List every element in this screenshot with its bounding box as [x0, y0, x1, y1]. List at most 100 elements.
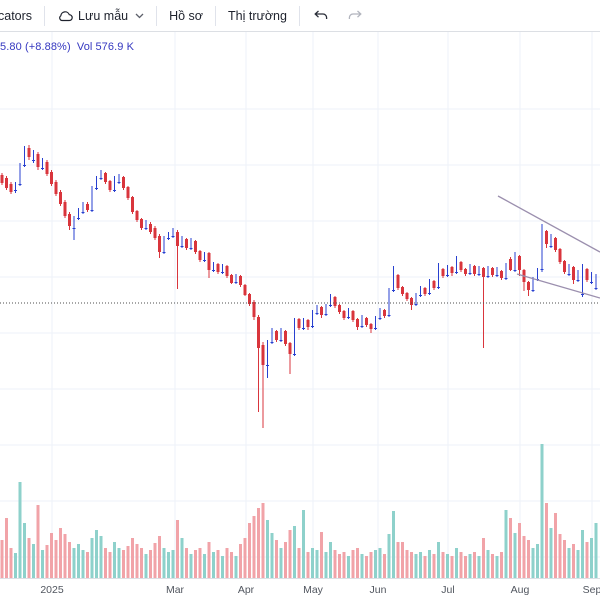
indicators-button[interactable]: cators: [0, 0, 41, 31]
indicators-button-label: cators: [0, 8, 33, 23]
candle: [311, 326, 314, 327]
volume-bar: [122, 550, 125, 578]
chevron-down-icon: [135, 13, 144, 18]
volume-bar: [68, 542, 71, 578]
volume-bar: [297, 548, 301, 578]
volume-bar: [482, 538, 485, 578]
candle: [32, 160, 35, 161]
volume-bar: [185, 548, 188, 578]
candle: [288, 343, 292, 354]
candle: [392, 290, 395, 291]
volume-bar: [351, 550, 355, 578]
volume-bar: [563, 540, 566, 578]
volume-bar: [338, 554, 341, 578]
candle: [302, 328, 305, 329]
volume-bar: [252, 516, 256, 578]
candle: [518, 256, 521, 270]
candle: [558, 249, 562, 262]
candle: [585, 269, 589, 280]
candle: [531, 290, 535, 291]
volume-bar: [266, 520, 269, 578]
candle: [459, 262, 463, 270]
volume-bar: [140, 548, 143, 578]
volume-bar: [302, 510, 305, 578]
volume-bar: [320, 532, 323, 578]
market-button[interactable]: Thị trường: [219, 0, 296, 31]
time-axis[interactable]: 2025 Mar Apr May Jun Jul Aug Sep: [0, 578, 600, 601]
candle: [108, 181, 112, 190]
candle: [293, 354, 296, 355]
candle: [383, 310, 386, 316]
trend-line[interactable]: [497, 195, 600, 253]
toolbar-separator: [215, 5, 217, 26]
candle: [527, 282, 530, 290]
volume-bar: [108, 552, 112, 578]
candle: [153, 228, 157, 238]
candle: [405, 293, 409, 299]
candle: [167, 238, 170, 239]
candle: [95, 188, 98, 189]
volume-bar: [392, 511, 395, 578]
candle: [378, 318, 382, 319]
volume-bar: [428, 550, 431, 578]
save-template-button[interactable]: Lưu mẫu: [48, 0, 153, 31]
volume-bar: [329, 542, 332, 578]
candle: [446, 275, 449, 276]
volume-bar: [387, 534, 391, 578]
volume-bar: [365, 556, 368, 578]
candle: [486, 276, 490, 277]
volume-bar: [315, 550, 319, 578]
volume-bar: [356, 548, 359, 578]
candle: [149, 224, 152, 232]
undo-button[interactable]: [303, 0, 338, 31]
volume-bar: [450, 556, 454, 578]
candle: [72, 228, 76, 229]
candle: [9, 184, 13, 192]
volume-bar: [437, 542, 440, 578]
candle: [194, 241, 197, 252]
volume-bar: [473, 552, 476, 578]
volume-bar: [23, 523, 26, 578]
volume-bar: [81, 550, 85, 578]
candle: [437, 287, 440, 288]
volume-bar: [32, 544, 35, 578]
candle: [482, 268, 485, 277]
volume-bar: [378, 548, 382, 578]
time-axis-label: May: [303, 584, 323, 596]
candle: [540, 269, 544, 270]
symbol-legend: 5.80 (+8.88%) Vol 576.9 K: [0, 41, 137, 53]
redo-button[interactable]: [338, 0, 373, 31]
candle: [162, 252, 166, 253]
candle: [396, 275, 400, 288]
profile-button-label: Hồ sơ: [169, 8, 204, 23]
volume-bar: [554, 513, 557, 578]
candle: [491, 268, 494, 275]
volume-bar: [126, 546, 130, 578]
time-axis-label: Mar: [165, 584, 185, 596]
volume-bar: [198, 548, 202, 578]
price-change-value: 5.80 (+8.88%): [0, 41, 71, 53]
candle: [221, 272, 224, 273]
candle: [131, 197, 134, 212]
candle: [86, 204, 89, 210]
volume-bar: [59, 528, 62, 578]
volume-bar: [248, 523, 251, 578]
profile-button[interactable]: Hồ sơ: [160, 0, 212, 31]
candle: [567, 274, 571, 275]
volume-bar: [464, 556, 467, 578]
candle: [230, 275, 233, 283]
candle: [333, 297, 337, 306]
volume-bar: [243, 538, 247, 578]
candlestick-chart[interactable]: [0, 0, 600, 600]
candle: [212, 270, 215, 271]
time-axis-label: 2025: [40, 584, 64, 596]
candle: [18, 184, 22, 185]
time-axis-label: Apr: [237, 584, 255, 596]
volume-bar: [54, 540, 58, 578]
volume-bar: [468, 554, 472, 578]
time-axis-label: Aug: [510, 584, 530, 596]
volume-bar: [162, 548, 166, 578]
volume-bar: [585, 542, 589, 578]
candle: [36, 154, 40, 167]
volume-bar: [257, 508, 260, 578]
